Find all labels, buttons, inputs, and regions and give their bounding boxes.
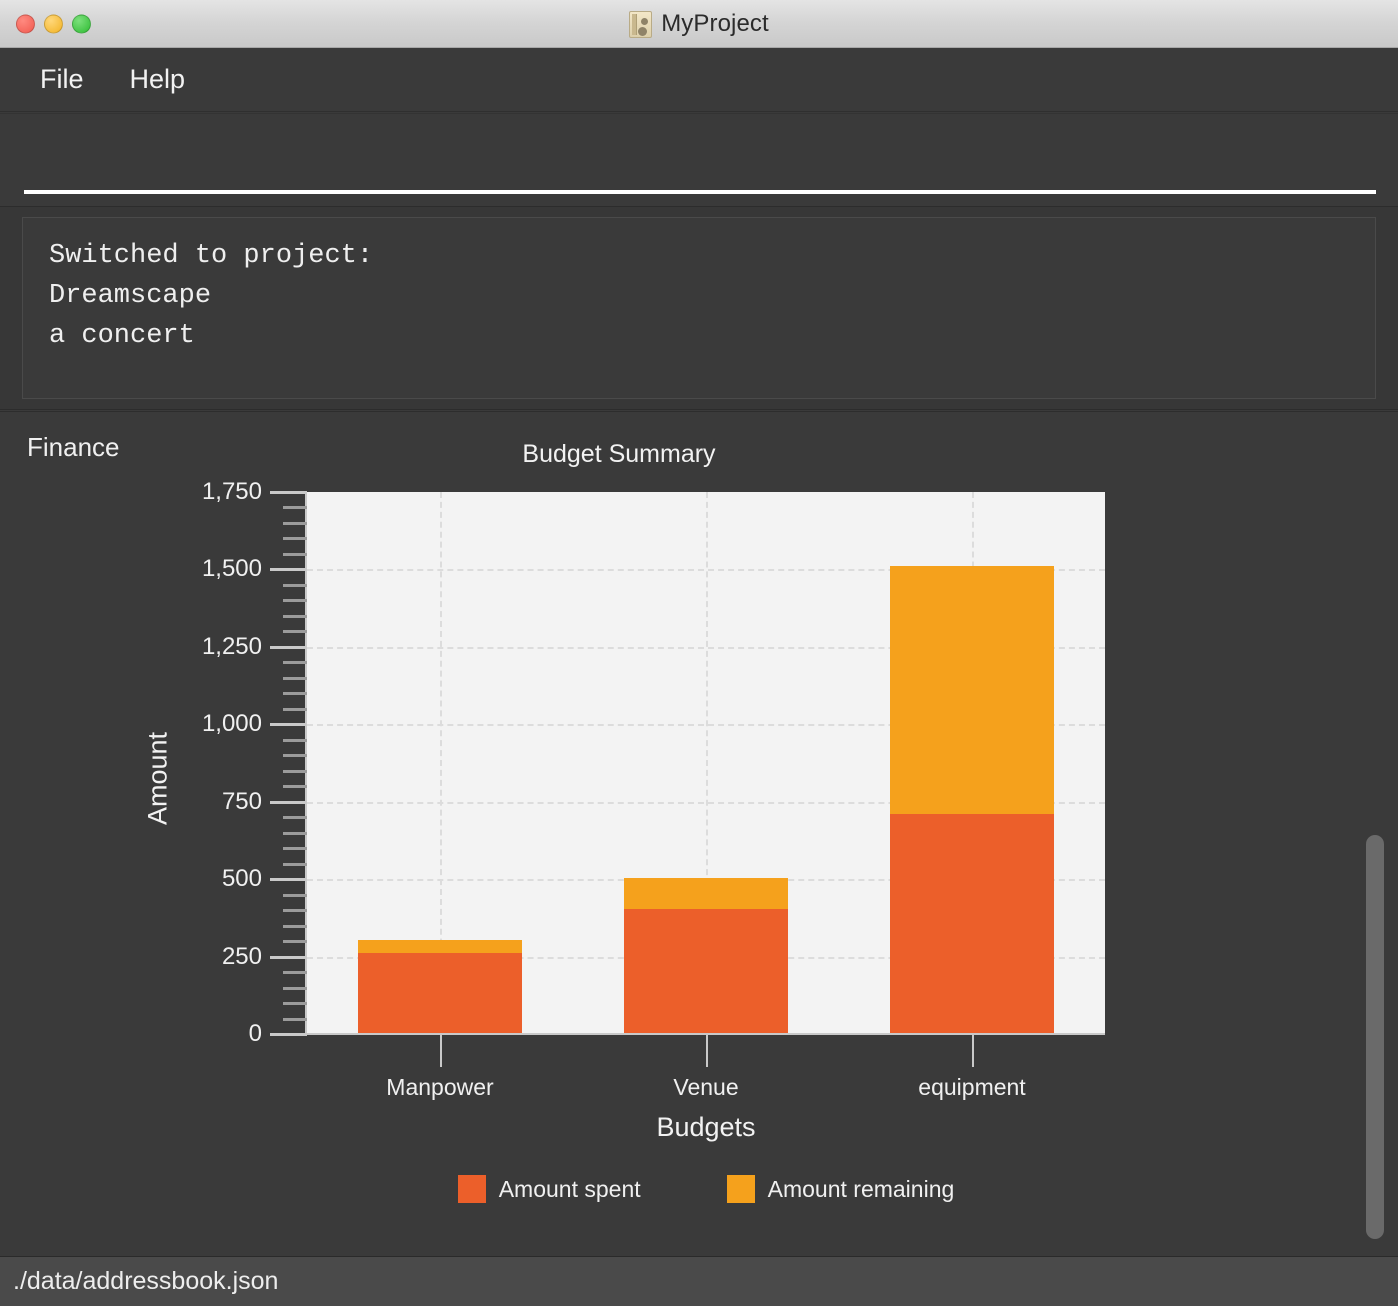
y-tick-label: 500: [221, 865, 262, 893]
window-controls: [16, 14, 91, 33]
legend-item-spent[interactable]: Amount spent: [457, 1175, 641, 1203]
y-tick-minor: [283, 940, 307, 944]
scrollbar-thumb[interactable]: [1366, 835, 1384, 1239]
legend-label-remaining: Amount remaining: [767, 1175, 955, 1202]
menu-bar: File Help: [0, 48, 1398, 112]
window-title-group: MyProject: [0, 0, 1398, 48]
y-tick-major: [270, 878, 307, 882]
plot-area: [307, 492, 1105, 1034]
y-tick-label: 250: [221, 942, 262, 970]
window-title: MyProject: [661, 10, 769, 37]
legend-label-spent: Amount spent: [498, 1175, 641, 1202]
log-output[interactable]: Switched to project: Dreamscape a concer…: [22, 217, 1376, 399]
y-tick-major: [270, 645, 307, 649]
y-tick-major: [270, 568, 307, 572]
command-input[interactable]: [24, 124, 1376, 194]
y-tick-minor: [283, 738, 307, 742]
y-tick-minor: [283, 614, 307, 618]
bar-segment-remaining: [889, 566, 1055, 815]
y-tick-minor: [283, 552, 307, 556]
x-tick-label: Manpower: [386, 1074, 494, 1100]
y-tick-minor: [283, 661, 307, 665]
bar-segment-spent: [623, 908, 789, 1034]
legend-swatch-remaining: [726, 1175, 755, 1203]
y-tick-label: 1,750: [201, 478, 262, 505]
log-line: Switched to project:: [49, 241, 374, 271]
x-axis-line: [305, 1033, 1105, 1035]
x-tick: [440, 1035, 442, 1067]
y-tick-minor: [283, 676, 307, 680]
y-tick-label: 1,250: [201, 632, 262, 660]
log-line: Dreamscape: [49, 281, 212, 311]
bar-equipment[interactable]: [889, 492, 1055, 1034]
y-axis-title: Amount: [142, 731, 173, 826]
log-line: a concert: [49, 321, 195, 351]
y-tick-major: [270, 491, 307, 494]
chart-legend: Amount spent Amount remaining: [307, 1175, 1105, 1203]
addressbook-icon: [629, 10, 653, 38]
y-tick-label: 1,500: [201, 555, 262, 583]
legend-item-remaining[interactable]: Amount remaining: [726, 1175, 955, 1203]
y-tick-minor: [283, 599, 307, 603]
x-axis-title: Budgets: [656, 1112, 756, 1142]
y-tick-minor: [283, 785, 307, 789]
y-tick-minor: [283, 537, 307, 541]
bar-venue[interactable]: [623, 492, 789, 1034]
minimize-button[interactable]: [44, 14, 63, 33]
status-file-path: ./data/addressbook.json: [13, 1267, 279, 1295]
y-tick-minor: [283, 909, 307, 913]
menu-item-help[interactable]: Help: [130, 64, 186, 95]
y-tick-minor: [283, 707, 307, 711]
y-tick-minor: [283, 692, 307, 696]
y-tick-minor: [283, 630, 307, 634]
y-tick-minor: [283, 971, 307, 975]
y-tick-minor: [283, 1017, 307, 1021]
close-button[interactable]: [16, 14, 35, 33]
vertical-scrollbar[interactable]: [1360, 411, 1390, 1256]
y-tick-minor: [283, 769, 307, 773]
y-tick-minor: [283, 831, 307, 835]
bar-segment-remaining: [623, 877, 789, 909]
y-tick-minor: [283, 506, 307, 510]
bar-segment-spent: [357, 953, 523, 1034]
y-tick-label: 1,000: [201, 710, 262, 738]
command-input-strip: [0, 113, 1398, 206]
window-titlebar: MyProject: [0, 0, 1398, 48]
bar-segment-remaining: [357, 939, 523, 954]
y-tick-minor: [283, 862, 307, 866]
y-tick-minor: [283, 816, 307, 820]
application-window: MyProject File Help Switched to project:…: [0, 0, 1398, 1306]
y-tick-label: 0: [248, 1020, 262, 1047]
bar-segment-spent: [889, 814, 1055, 1034]
y-axis-line: [305, 492, 307, 1034]
y-tick-minor: [283, 754, 307, 758]
y-tick-major: [270, 955, 307, 959]
x-tick: [706, 1035, 708, 1067]
log-panel-wrapper: Switched to project: Dreamscape a concer…: [0, 206, 1398, 410]
bar-manpower[interactable]: [357, 492, 523, 1034]
x-tick-label: equipment: [918, 1074, 1026, 1100]
finance-content-panel: Finance Budget Summary 0 250 500 750 1,000 1,…: [0, 411, 1398, 1256]
y-tick-label: 750: [221, 787, 262, 815]
zoom-button[interactable]: [72, 14, 91, 33]
status-bar: ./data/addressbook.json: [0, 1256, 1398, 1306]
y-tick-minor: [283, 986, 307, 990]
x-tick: [972, 1035, 974, 1067]
y-tick-major: [270, 800, 307, 804]
legend-swatch-spent: [457, 1175, 486, 1203]
y-tick-minor: [283, 583, 307, 587]
y-tick-minor: [283, 1002, 307, 1006]
menu-item-file[interactable]: File: [40, 64, 84, 95]
x-tick-label: Venue: [673, 1074, 739, 1100]
y-tick-major: [270, 723, 307, 727]
y-tick-minor: [283, 893, 307, 897]
y-tick-major: [270, 1033, 307, 1036]
y-tick-minor: [283, 521, 307, 525]
chart-title: Budget Summary: [522, 440, 716, 468]
y-tick-minor: [283, 847, 307, 851]
y-tick-minor: [283, 924, 307, 928]
